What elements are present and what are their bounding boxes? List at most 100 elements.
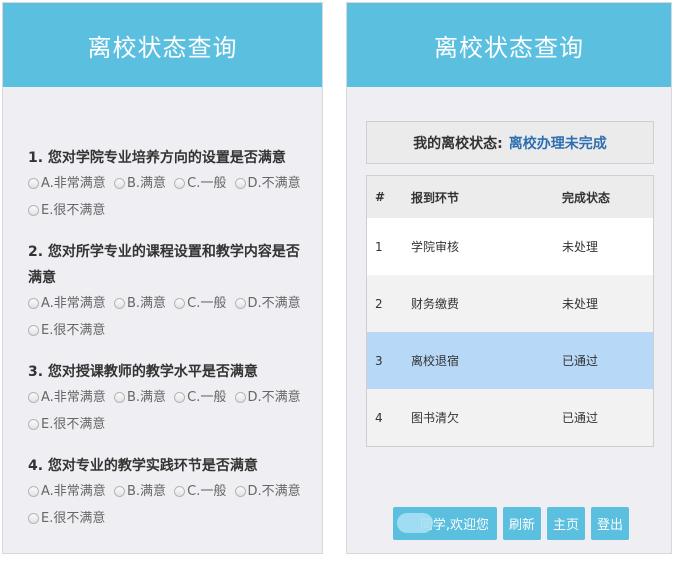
question: 4. 您对专业的教学实践环节是否满意 A.非常满意 B.满意 C.一般 D.不满… xyxy=(28,453,322,533)
logout-button[interactable]: 登出 xyxy=(591,507,629,540)
option-c[interactable]: C.一般 xyxy=(174,385,226,410)
option-label: E.很不满意 xyxy=(41,417,106,432)
option-e[interactable]: E.很不满意 xyxy=(28,318,105,343)
option-label: D.不满意 xyxy=(247,484,301,499)
option-label: A.非常满意 xyxy=(41,390,106,405)
status-panel: 离校状态查询 我的离校状态: 离校办理未完成 # 报到环节 完成状态 1 学院审… xyxy=(346,2,672,554)
question-title: 3. 您对授课教师的教学水平是否满意 xyxy=(28,364,258,380)
option-label: B.满意 xyxy=(126,296,167,311)
option-e[interactable]: E.很不满意 xyxy=(28,198,105,223)
radio-button[interactable] xyxy=(113,298,125,309)
radio-button[interactable] xyxy=(28,392,39,403)
page-title: 离校状态查询 xyxy=(87,33,238,62)
option-label: E.很不满意 xyxy=(41,511,106,526)
option-label: D.不满意 xyxy=(247,390,301,405)
option-c[interactable]: C.一般 xyxy=(174,479,226,504)
cell-step: 学院审核 xyxy=(411,218,562,275)
question-title: 1. 您对学院专业培养方向的设置是否满意 xyxy=(28,150,286,166)
cell-status: 未处理 xyxy=(562,218,653,275)
page-title: 离校状态查询 xyxy=(434,33,584,62)
cell-step: 离校退宿 xyxy=(411,332,562,389)
radio-button[interactable] xyxy=(28,178,39,189)
option-e[interactable]: E.很不满意 xyxy=(28,412,105,437)
option-label: B.满意 xyxy=(126,484,167,499)
status-table: # 报到环节 完成状态 1 学院审核 未处理 2 财务缴费 未处理 3 离校退宿… xyxy=(366,175,654,447)
cell-status: 已通过 xyxy=(562,332,653,389)
option-c[interactable]: C.一般 xyxy=(174,291,226,316)
refresh-button[interactable]: 刷新 xyxy=(503,507,541,540)
question-options: A.非常满意 B.满意 C.一般 D.不满意 E.很不满意 xyxy=(28,479,322,533)
option-d[interactable]: D.不满意 xyxy=(234,291,301,316)
radio-button[interactable] xyxy=(234,392,246,403)
status-label: 我的离校状态: xyxy=(413,135,503,152)
footer-toolbar: 同学,欢迎您 刷新 主页 登出 xyxy=(393,507,629,540)
question: 1. 您对学院专业培养方向的设置是否满意 A.非常满意 B.满意 C.一般 D.… xyxy=(28,145,322,225)
radio-button[interactable] xyxy=(113,392,125,403)
radio-button[interactable] xyxy=(28,419,39,430)
column-header-status: 完成状态 xyxy=(562,176,653,218)
radio-button[interactable] xyxy=(113,178,125,189)
option-label: D.不满意 xyxy=(247,296,301,311)
option-b[interactable]: B.满意 xyxy=(113,291,167,316)
option-b[interactable]: B.满意 xyxy=(113,385,167,410)
question-options: A.非常满意 B.满意 C.一般 D.不满意 E.很不满意 xyxy=(28,385,322,439)
option-label: E.很不满意 xyxy=(41,203,106,218)
radio-button[interactable] xyxy=(174,178,186,189)
question: 2. 您对所学专业的课程设置和教学内容是否满意 A.非常满意 B.满意 C.一般… xyxy=(28,239,322,345)
radio-button[interactable] xyxy=(234,178,246,189)
option-d[interactable]: D.不满意 xyxy=(234,385,301,410)
option-a[interactable]: A.非常满意 xyxy=(28,291,106,316)
option-a[interactable]: A.非常满意 xyxy=(28,171,106,196)
option-label: C.一般 xyxy=(187,176,227,191)
cell-index: 1 xyxy=(367,218,411,275)
option-label: E.很不满意 xyxy=(41,323,106,338)
question-options: A.非常满意 B.满意 C.一般 D.不满意 E.很不满意 xyxy=(28,171,322,225)
radio-button[interactable] xyxy=(113,486,125,497)
column-header-step: 报到环节 xyxy=(411,176,562,218)
option-d[interactable]: D.不满意 xyxy=(234,479,301,504)
radio-button[interactable] xyxy=(28,298,39,309)
cell-step: 财务缴费 xyxy=(411,275,562,332)
option-label: A.非常满意 xyxy=(41,296,106,311)
welcome-button[interactable]: 同学,欢迎您 xyxy=(393,507,497,540)
option-a[interactable]: A.非常满意 xyxy=(28,385,106,410)
radio-button[interactable] xyxy=(174,298,186,309)
survey-header: 离校状态查询 xyxy=(3,3,322,87)
option-d[interactable]: D.不满意 xyxy=(234,171,301,196)
option-e[interactable]: E.很不满意 xyxy=(28,506,105,531)
status-summary: 我的离校状态: 离校办理未完成 xyxy=(366,121,654,164)
option-b[interactable]: B.满意 xyxy=(113,171,166,196)
radio-button[interactable] xyxy=(28,513,39,524)
status-header: 离校状态查询 xyxy=(347,3,671,87)
question-title: 4. 您对专业的教学实践环节是否满意 xyxy=(28,458,258,474)
home-button[interactable]: 主页 xyxy=(547,507,585,540)
option-label: C.一般 xyxy=(187,390,227,405)
radio-button[interactable] xyxy=(234,486,246,497)
table-row-highlighted: 3 离校退宿 已通过 xyxy=(367,332,653,389)
question-options: A.非常满意 B.满意 C.一般 D.不满意 E.很不满意 xyxy=(28,291,322,345)
status-table-grid: # 报到环节 完成状态 1 学院审核 未处理 2 财务缴费 未处理 3 离校退宿… xyxy=(367,176,653,446)
cell-status: 已通过 xyxy=(562,389,653,446)
status-value: 离校办理未完成 xyxy=(508,135,607,152)
table-row: 2 财务缴费 未处理 xyxy=(367,275,653,332)
radio-button[interactable] xyxy=(174,486,186,497)
option-label: C.一般 xyxy=(187,484,227,499)
radio-button[interactable] xyxy=(28,205,39,216)
option-label: C.一般 xyxy=(187,296,227,311)
radio-button[interactable] xyxy=(28,486,39,497)
table-header-row: # 报到环节 完成状态 xyxy=(367,176,653,218)
option-label: B.满意 xyxy=(126,390,167,405)
table-row: 1 学院审核 未处理 xyxy=(367,218,653,275)
table-row: 4 图书清欠 已通过 xyxy=(367,389,653,446)
radio-button[interactable] xyxy=(174,392,186,403)
option-c[interactable]: C.一般 xyxy=(174,171,226,196)
column-header-index: # xyxy=(367,176,411,218)
cell-index: 4 xyxy=(367,389,411,446)
option-b[interactable]: B.满意 xyxy=(113,479,167,504)
survey-list: 1. 您对学院专业培养方向的设置是否满意 A.非常满意 B.满意 C.一般 D.… xyxy=(3,87,322,533)
cell-index: 2 xyxy=(367,275,411,332)
question-title: 2. 您对所学专业的课程设置和教学内容是否满意 xyxy=(28,244,300,286)
radio-button[interactable] xyxy=(234,298,246,309)
radio-button[interactable] xyxy=(28,325,39,336)
option-a[interactable]: A.非常满意 xyxy=(28,479,106,504)
